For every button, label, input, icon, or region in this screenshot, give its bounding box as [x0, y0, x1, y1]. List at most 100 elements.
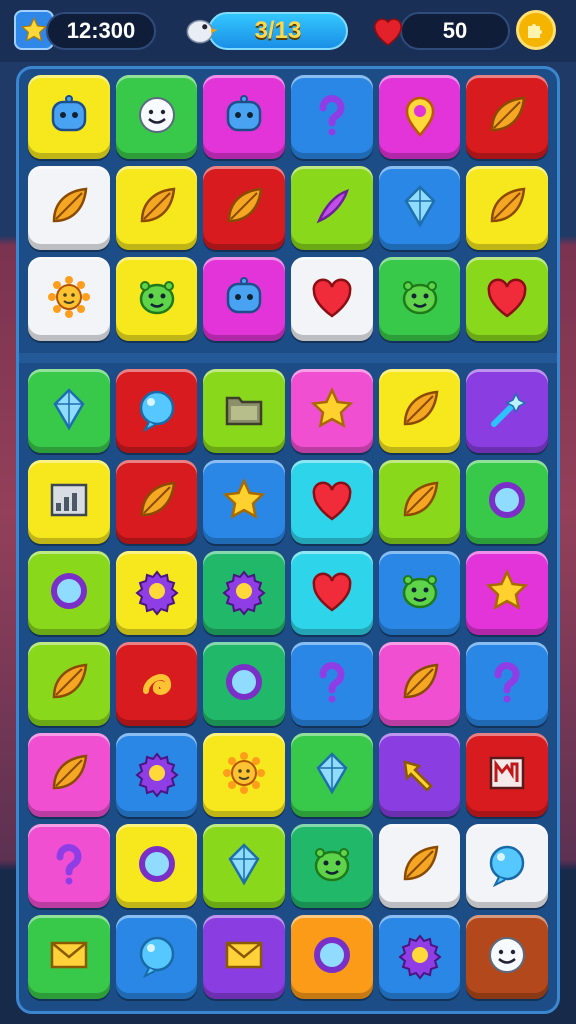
game-tile[interactable]: [203, 166, 286, 250]
bottom-row-2: [25, 458, 551, 546]
game-tile[interactable]: [28, 460, 110, 544]
board-bottom-section: [25, 367, 551, 1005]
game-tile[interactable]: [203, 257, 286, 341]
game-tile[interactable]: [466, 733, 549, 817]
bubble-icon: [132, 930, 182, 985]
game-tile[interactable]: [291, 733, 373, 817]
game-board: [16, 66, 560, 1014]
game-tile[interactable]: [378, 75, 461, 159]
game-tile[interactable]: [28, 551, 110, 635]
game-tile[interactable]: [378, 824, 461, 908]
location-pin-icon: [395, 90, 445, 145]
game-tile[interactable]: [203, 75, 286, 159]
game-tile[interactable]: [378, 257, 461, 341]
game-tile[interactable]: [28, 915, 110, 999]
game-tile[interactable]: [203, 460, 286, 544]
game-tile[interactable]: [115, 257, 198, 341]
frame-icon: [482, 748, 532, 803]
game-tile[interactable]: [115, 460, 198, 544]
game-tile[interactable]: [28, 369, 110, 453]
game-tile[interactable]: [378, 915, 461, 999]
game-tile[interactable]: [28, 166, 110, 250]
game-tile[interactable]: [291, 75, 373, 159]
game-tile[interactable]: [203, 551, 286, 635]
smiley-icon: [482, 930, 532, 985]
game-tile[interactable]: [115, 915, 198, 999]
game-tile[interactable]: [466, 369, 549, 453]
crystal-icon: [219, 839, 269, 894]
game-tile[interactable]: [378, 642, 461, 726]
game-tile[interactable]: [378, 551, 461, 635]
game-tile[interactable]: [466, 915, 549, 999]
bottom-row-6: [25, 822, 551, 910]
leaf-icon: [219, 181, 269, 236]
game-tile[interactable]: [466, 551, 549, 635]
ring-icon: [307, 930, 357, 985]
game-tile[interactable]: [115, 369, 198, 453]
score-display: 12:300: [46, 12, 156, 50]
game-tile[interactable]: [291, 551, 373, 635]
leaf-icon: [482, 181, 532, 236]
game-tile[interactable]: [291, 166, 373, 250]
game-tile[interactable]: [28, 733, 110, 817]
top-row-3: [25, 255, 551, 343]
bottom-row-1: [25, 367, 551, 455]
smiley-icon: [132, 90, 182, 145]
gear-icon: [395, 930, 445, 985]
bottom-row-4: [25, 640, 551, 728]
heart-icon: [307, 566, 357, 621]
puzzle-menu-button[interactable]: [516, 10, 556, 50]
game-tile[interactable]: [28, 642, 110, 726]
score-value: 12:300: [66, 18, 136, 43]
game-tile[interactable]: [378, 369, 461, 453]
robot-icon: [219, 90, 269, 145]
game-tile[interactable]: [28, 257, 110, 341]
game-tile[interactable]: [466, 166, 549, 250]
gear-icon: [219, 566, 269, 621]
game-tile[interactable]: [203, 733, 286, 817]
game-tile[interactable]: [115, 642, 198, 726]
game-tile[interactable]: [203, 915, 286, 999]
leaf-icon: [482, 90, 532, 145]
star-icon: [307, 384, 357, 439]
game-tile[interactable]: [291, 915, 373, 999]
game-tile[interactable]: [291, 460, 373, 544]
game-tile[interactable]: [378, 166, 461, 250]
monster-icon: [395, 566, 445, 621]
arrow-icon: [395, 748, 445, 803]
game-tile[interactable]: [115, 551, 198, 635]
robot-icon: [44, 90, 94, 145]
lives-value: 50: [442, 18, 468, 43]
game-tile[interactable]: [203, 642, 286, 726]
chart-icon: [44, 475, 94, 530]
game-tile[interactable]: [115, 166, 198, 250]
ring-icon: [482, 475, 532, 530]
gear-icon: [132, 566, 182, 621]
game-tile[interactable]: [203, 369, 286, 453]
game-tile[interactable]: [203, 824, 286, 908]
game-tile[interactable]: [28, 75, 110, 159]
game-tile[interactable]: [291, 824, 373, 908]
game-tile[interactable]: [115, 733, 198, 817]
game-tile[interactable]: [466, 257, 549, 341]
game-tile[interactable]: [115, 824, 198, 908]
swirl-icon: [132, 657, 182, 712]
leaf-icon: [44, 181, 94, 236]
question-icon: [44, 839, 94, 894]
game-tile[interactable]: [378, 460, 461, 544]
game-tile[interactable]: [291, 642, 373, 726]
game-tile[interactable]: [466, 460, 549, 544]
ring-icon: [44, 566, 94, 621]
game-tile[interactable]: [115, 75, 198, 159]
game-tile[interactable]: [291, 369, 373, 453]
game-tile[interactable]: [291, 257, 373, 341]
game-tile[interactable]: [466, 642, 549, 726]
bottom-row-3: [25, 549, 551, 637]
game-tile[interactable]: [466, 824, 549, 908]
lives-display: 50: [400, 12, 510, 50]
game-tile[interactable]: [466, 75, 549, 159]
game-tile[interactable]: [28, 824, 110, 908]
bottom-row-5: [25, 731, 551, 819]
bubble-icon: [132, 384, 182, 439]
game-tile[interactable]: [378, 733, 461, 817]
